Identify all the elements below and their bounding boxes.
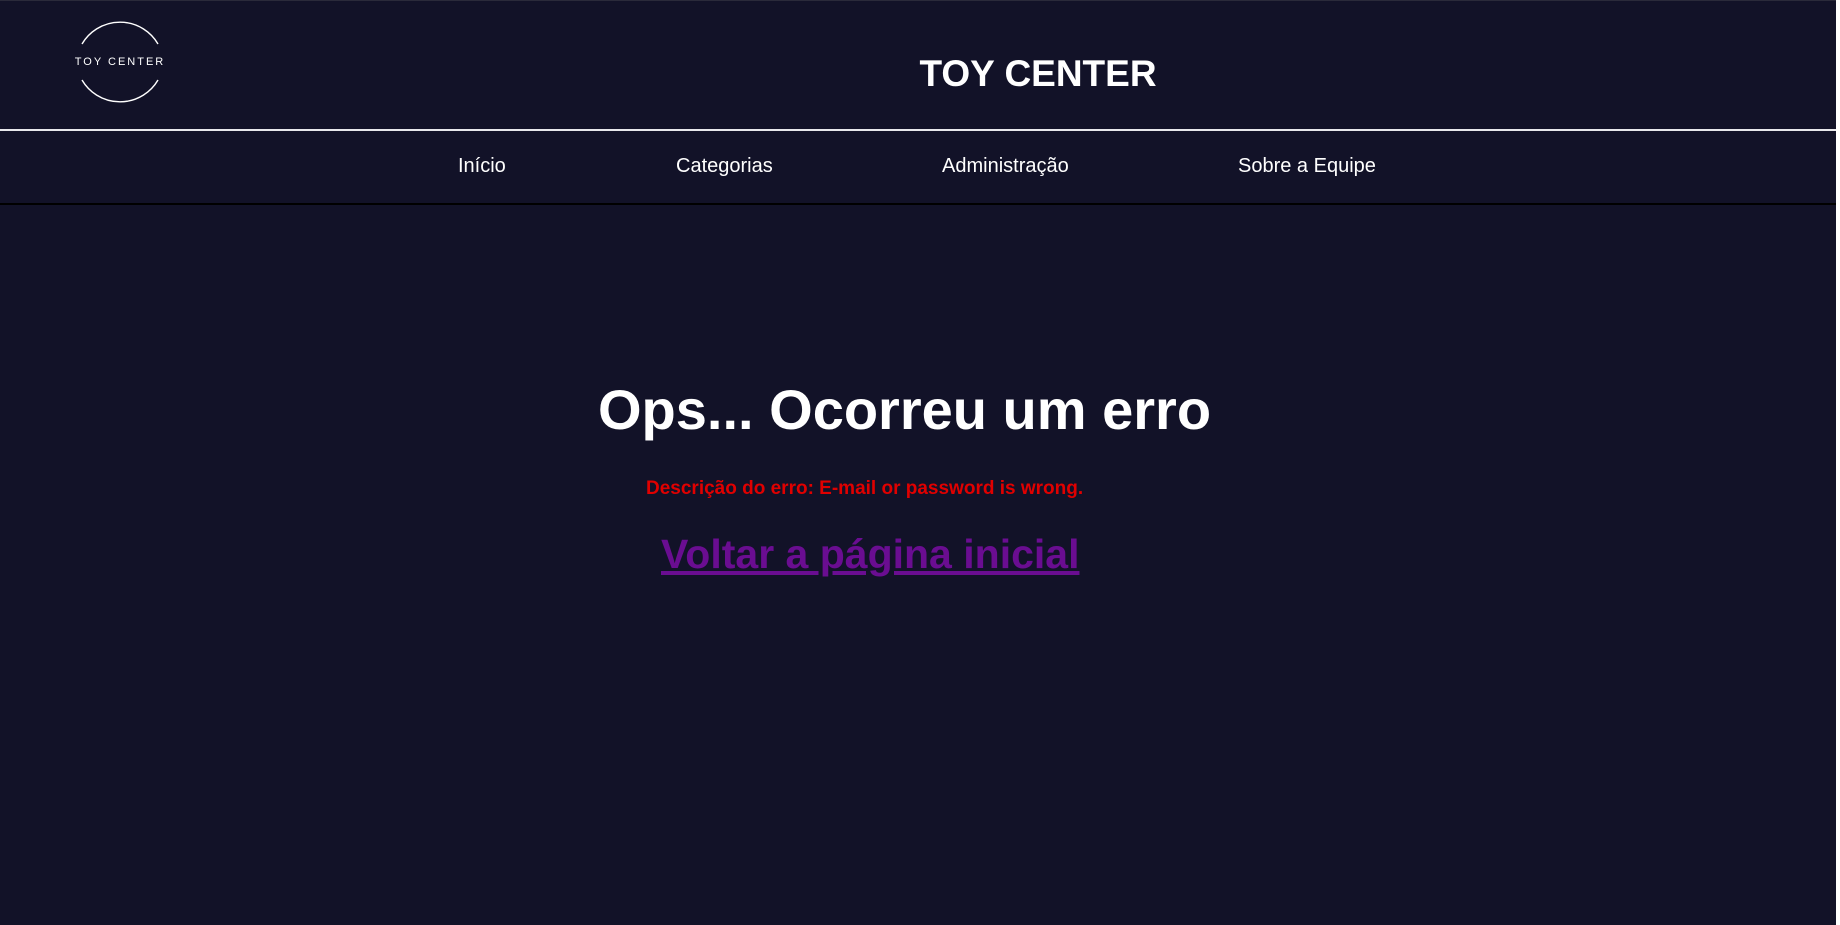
nav-item-sobre-a-equipe[interactable]: Sobre a Equipe (1238, 154, 1376, 178)
error-heading: Ops... Ocorreu um erro (598, 378, 1212, 441)
main-content: Ops... Ocorreu um erro Descrição do erro… (0, 205, 1836, 925)
nav-item-administracao[interactable]: Administração (942, 154, 1069, 178)
main-nav: Início Categorias Administração Sobre a … (0, 131, 1836, 205)
page: TOY CENTER TOY CENTER Início Categorias … (0, 0, 1840, 925)
back-to-home-link[interactable]: Voltar a página inicial (661, 529, 1079, 579)
site-header: TOY CENTER TOY CENTER (0, 0, 1836, 129)
site-title: TOY CENTER (919, 53, 1157, 94)
nav-item-categorias[interactable]: Categorias (676, 154, 773, 178)
error-description: Descrição do erro: E-mail or password is… (646, 478, 1084, 499)
nav-item-inicio[interactable]: Início (458, 154, 506, 178)
right-edge (1836, 0, 1840, 925)
